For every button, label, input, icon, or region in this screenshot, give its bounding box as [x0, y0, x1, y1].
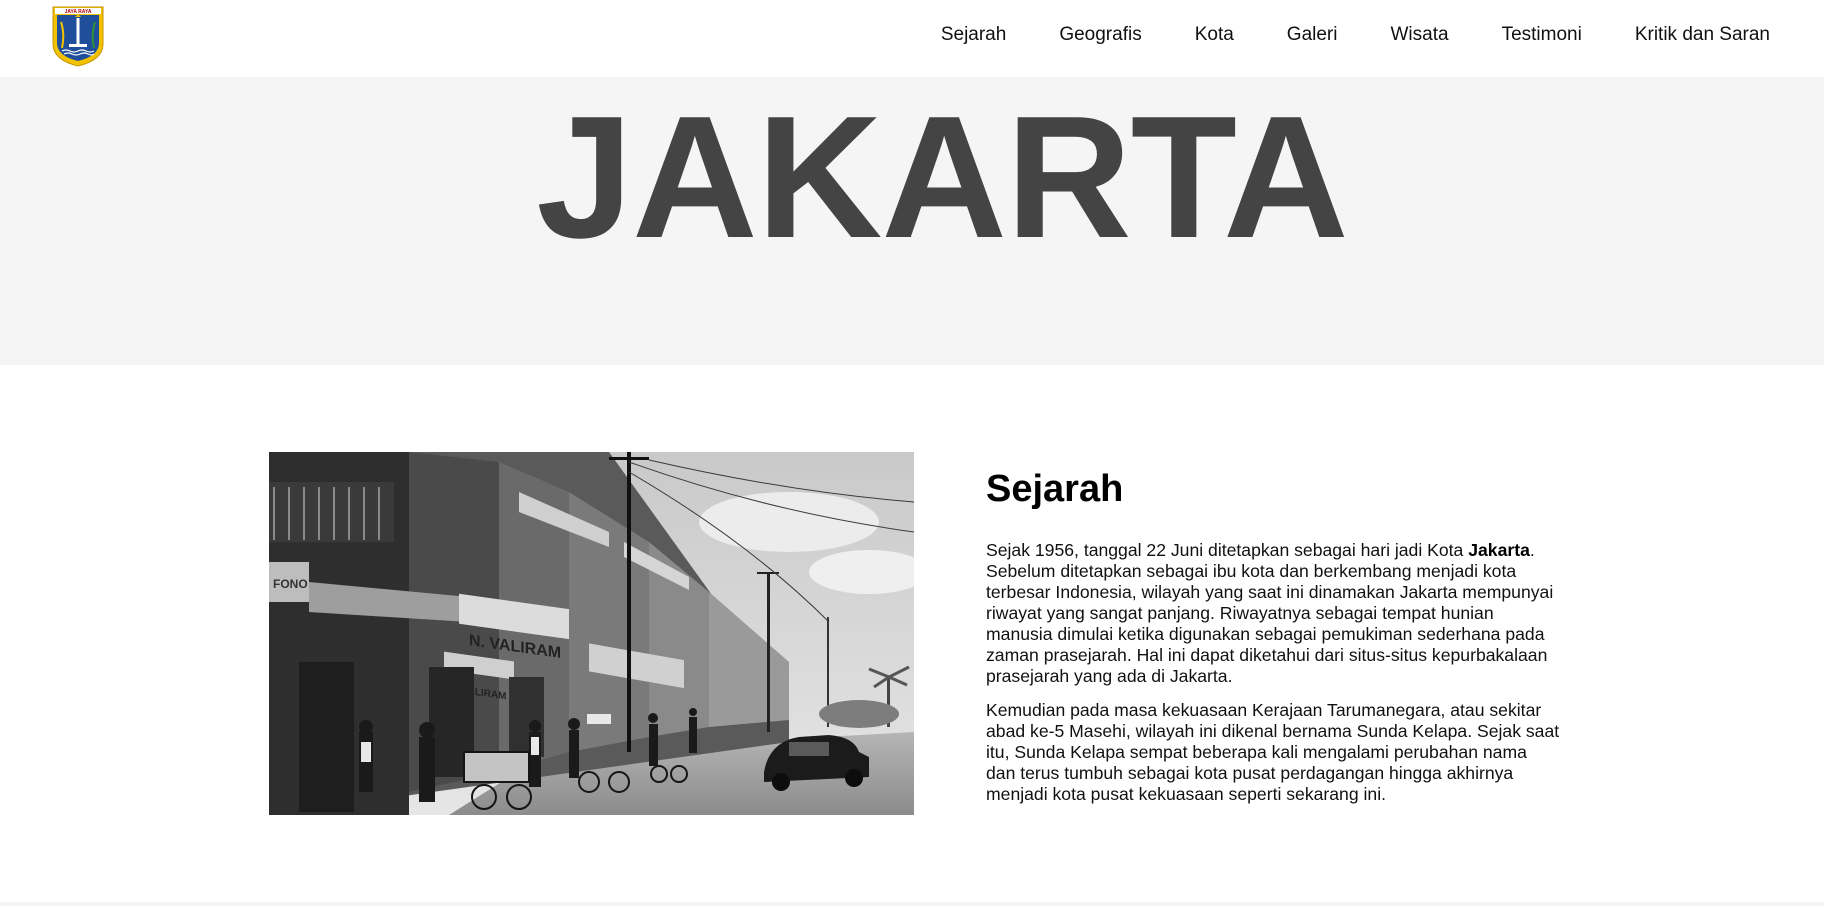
history-paragraph-1-text: Sejak 1956, tanggal 22 Juni ditetapkan s…	[986, 540, 1469, 560]
nav-wisata[interactable]: Wisata	[1364, 24, 1475, 46]
history-section: Sejarah Sejak 1956, tanggal 22 Juni dite…	[986, 468, 1561, 818]
section-divider	[0, 902, 1824, 906]
nav-galeri[interactable]: Galeri	[1260, 24, 1364, 46]
nav-sejarah[interactable]: Sejarah	[914, 24, 1033, 46]
jakarta-coat-of-arms-icon[interactable]: JAYA RAYA	[50, 4, 106, 68]
svg-text:JAYA RAYA: JAYA RAYA	[65, 9, 92, 15]
nav-geografis[interactable]: Geografis	[1033, 24, 1168, 46]
history-paragraph-1: Sejak 1956, tanggal 22 Juni ditetapkan s…	[986, 540, 1561, 687]
nav-kota[interactable]: Kota	[1168, 24, 1260, 46]
history-paragraph-2: Kemudian pada masa kekuasaan Kerajaan Ta…	[986, 700, 1560, 804]
history-paragraph-1-bold: Jakarta	[1468, 540, 1530, 560]
history-photo: N. VALIRAM N. VALIRAM FONO	[269, 452, 914, 815]
hero-title: JAKARTA	[536, 79, 1348, 274]
nav-testimoni[interactable]: Testimoni	[1475, 24, 1608, 46]
history-paragraph-1-rest: . Sebelum ditetapkan sebagai ibu kota da…	[986, 540, 1554, 686]
history-heading: Sejarah	[986, 468, 1124, 510]
street-photo-illustration: N. VALIRAM N. VALIRAM FONO	[269, 452, 914, 815]
hero-banner: JAKARTA	[0, 77, 1824, 365]
nav-kritik-dan-saran[interactable]: Kritik dan Saran	[1608, 24, 1770, 46]
site-header: JAYA RAYA Sejarah Geografis Kota Galeri …	[0, 0, 1824, 77]
main-nav: Sejarah Geografis Kota Galeri Wisata Tes…	[914, 24, 1770, 46]
shop-sign-fono: FONO	[273, 577, 308, 591]
